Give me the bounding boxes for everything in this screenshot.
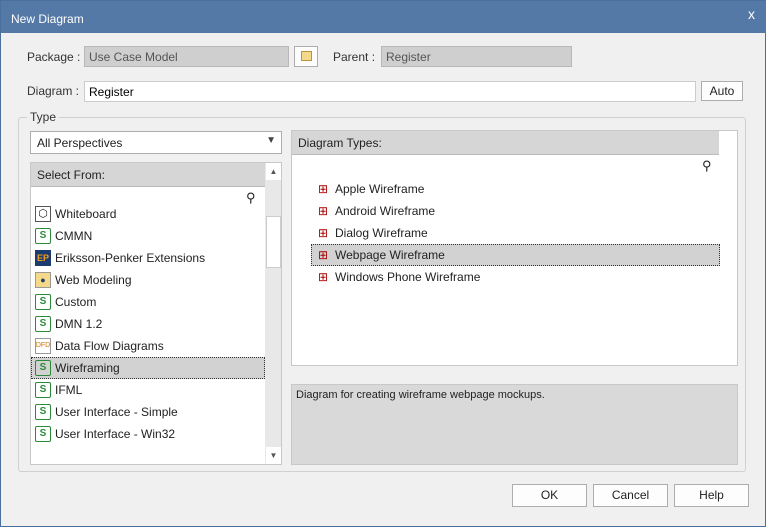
select-from-items: ⬡ Whiteboard S CMMN EP Eriksson-Penker Extens… [31, 203, 265, 445]
perspective-dropdown[interactable]: All Perspectives ▼ [30, 131, 282, 154]
package-field: Use Case Model [84, 46, 289, 67]
scroll-up-icon[interactable]: ▲ [266, 163, 281, 180]
list-item-label: Wireframing [55, 361, 120, 375]
scrollbar[interactable]: ▲ ▼ [265, 163, 281, 464]
list-item-label: IFML [55, 383, 83, 397]
list-item[interactable]: S IFML [31, 379, 265, 401]
technology-icon: S [35, 228, 51, 244]
help-button[interactable]: Help [674, 484, 749, 507]
title-bar: New Diagram x [1, 1, 766, 33]
diagram-type-label: Windows Phone Wireframe [335, 270, 481, 284]
perspective-value: All Perspectives [37, 136, 123, 150]
technology-icon: S [35, 360, 51, 376]
diagram-type-icon: ⊞ [317, 204, 329, 218]
browse-package-button[interactable] [294, 46, 318, 67]
diagram-type-icon: ⊞ [317, 270, 329, 284]
list-item-label: Data Flow Diagrams [55, 339, 164, 353]
cube-icon: ⬡ [35, 206, 51, 222]
parent-label: Parent : [333, 50, 376, 64]
list-item[interactable]: S Custom [31, 291, 265, 313]
diagram-types-panel: Diagram Types: ⚲ ⊞ Apple Wireframe ⊞ Androi… [291, 130, 738, 366]
diagram-type-label: Dialog Wireframe [335, 226, 428, 240]
list-item-label: Web Modeling [55, 273, 132, 287]
diagram-name-input[interactable] [84, 81, 696, 102]
list-item-label: Whiteboard [55, 207, 117, 221]
ep-icon: EP [35, 250, 51, 266]
diagram-type-icon: ⊞ [317, 226, 329, 240]
ok-button[interactable]: OK [512, 484, 587, 507]
folder-icon [300, 51, 312, 61]
diagram-type-label: Webpage Wireframe [335, 248, 445, 262]
diagram-type-icon: ⊞ [317, 182, 329, 196]
list-item[interactable]: S DMN 1.2 [31, 313, 265, 335]
search-icon[interactable]: ⚲ [702, 158, 712, 174]
list-item-label: User Interface - Simple [55, 405, 178, 419]
close-icon[interactable]: x [748, 6, 755, 22]
list-item[interactable]: S Wireframing [31, 357, 265, 379]
diagram-type-label: Android Wireframe [335, 204, 436, 218]
list-item[interactable]: EP Eriksson-Penker Extensions [31, 247, 265, 269]
type-group-label: Type [27, 110, 60, 124]
diagram-types-header: Diagram Types: [292, 131, 719, 155]
technology-icon: S [35, 426, 51, 442]
diagram-label: Diagram : [27, 84, 80, 98]
diagram-type-item[interactable]: ⊞ Apple Wireframe [311, 178, 720, 200]
cancel-button[interactable]: Cancel [593, 484, 668, 507]
scroll-thumb[interactable] [266, 216, 281, 268]
list-item[interactable]: ● Web Modeling [31, 269, 265, 291]
diagram-type-label: Apple Wireframe [335, 182, 425, 196]
package-label: Package : [27, 50, 81, 64]
diagram-type-item[interactable]: ⊞ Android Wireframe [311, 200, 720, 222]
technology-icon: S [35, 294, 51, 310]
select-from-list[interactable]: Select From: ⚲ ⬡ Whiteboard S CMMN EP Eriksso… [30, 162, 282, 465]
select-from-header: Select From: [31, 163, 265, 187]
scroll-down-icon[interactable]: ▼ [266, 447, 281, 464]
list-item-label: Custom [55, 295, 97, 309]
parent-field: Register [381, 46, 572, 67]
list-item[interactable]: DFD Data Flow Diagrams [31, 335, 265, 357]
web-icon: ● [35, 272, 51, 288]
list-item-label: User Interface - Win32 [55, 427, 176, 441]
technology-icon: S [35, 316, 51, 332]
diagram-types-list: ⊞ Apple Wireframe ⊞ Android Wireframe ⊞ Dialo… [311, 178, 720, 288]
list-item-label: CMMN [55, 229, 93, 243]
list-item-label: DMN 1.2 [55, 317, 103, 331]
list-item[interactable]: S CMMN [31, 225, 265, 247]
chevron-down-icon: ▼ [266, 135, 276, 146]
diagram-type-item[interactable]: ⊞ Windows Phone Wireframe [311, 266, 720, 288]
technology-icon: S [35, 404, 51, 420]
technology-icon: S [35, 382, 51, 398]
list-item[interactable]: ⬡ Whiteboard [31, 203, 265, 225]
dfd-icon: DFD [35, 338, 51, 354]
diagram-type-item[interactable]: ⊞ Dialog Wireframe [311, 222, 720, 244]
list-item-label: Eriksson-Penker Extensions [55, 251, 206, 265]
auto-button[interactable]: Auto [701, 81, 743, 101]
list-item[interactable]: S User Interface - Win32 [31, 423, 265, 445]
diagram-type-icon: ⊞ [317, 248, 329, 262]
window-title: New Diagram [11, 12, 84, 26]
description-box: Diagram for creating wireframe webpage m… [291, 384, 738, 465]
list-item[interactable]: S User Interface - Simple [31, 401, 265, 423]
diagram-type-item[interactable]: ⊞ Webpage Wireframe [311, 244, 720, 266]
